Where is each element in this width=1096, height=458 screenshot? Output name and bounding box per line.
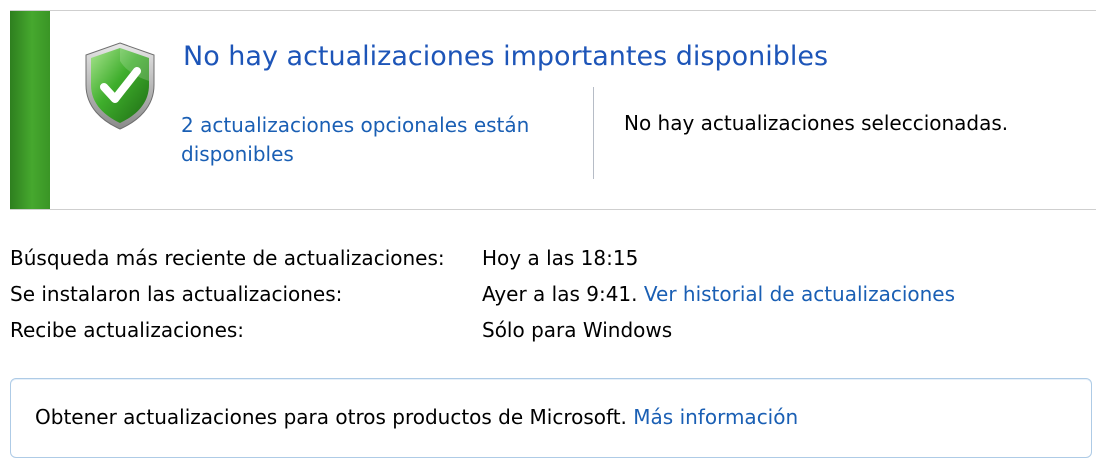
last-check-value: Hoy a las 18:15 (482, 246, 639, 270)
installed-value: Ayer a las 9:41. (482, 282, 638, 306)
microsoft-products-text: Obtener actualizaciones para otros produ… (35, 405, 798, 429)
selected-updates-info: No hay actualizaciones seleccionadas. (624, 111, 1009, 135)
shield-check-icon (82, 41, 158, 131)
status-title: No hay actualizaciones importantes dispo… (183, 41, 829, 72)
info-value: Ayer a las 9:41. Ver historial de actual… (482, 282, 955, 306)
update-status-panel: No hay actualizaciones importantes dispo… (10, 10, 1096, 210)
info-label: Búsqueda más reciente de actualizaciones… (10, 246, 445, 270)
status-color-stripe (10, 11, 50, 209)
receive-value: Sólo para Windows (482, 318, 673, 342)
info-value: Sólo para Windows (482, 318, 672, 342)
view-history-link[interactable]: Ver historial de actualizaciones (644, 282, 955, 306)
microsoft-products-message: Obtener actualizaciones para otros produ… (35, 405, 627, 429)
more-info-link[interactable]: Más información (633, 405, 798, 429)
vertical-divider (593, 87, 594, 179)
info-value: Hoy a las 18:15 (482, 246, 638, 270)
info-label: Recibe actualizaciones: (10, 318, 245, 342)
optional-updates-link[interactable]: 2 actualizaciones opcionales están dispo… (181, 111, 561, 169)
microsoft-products-box: Obtener actualizaciones para otros produ… (10, 378, 1092, 458)
info-label: Se instalaron las actualizaciones: (10, 282, 343, 306)
